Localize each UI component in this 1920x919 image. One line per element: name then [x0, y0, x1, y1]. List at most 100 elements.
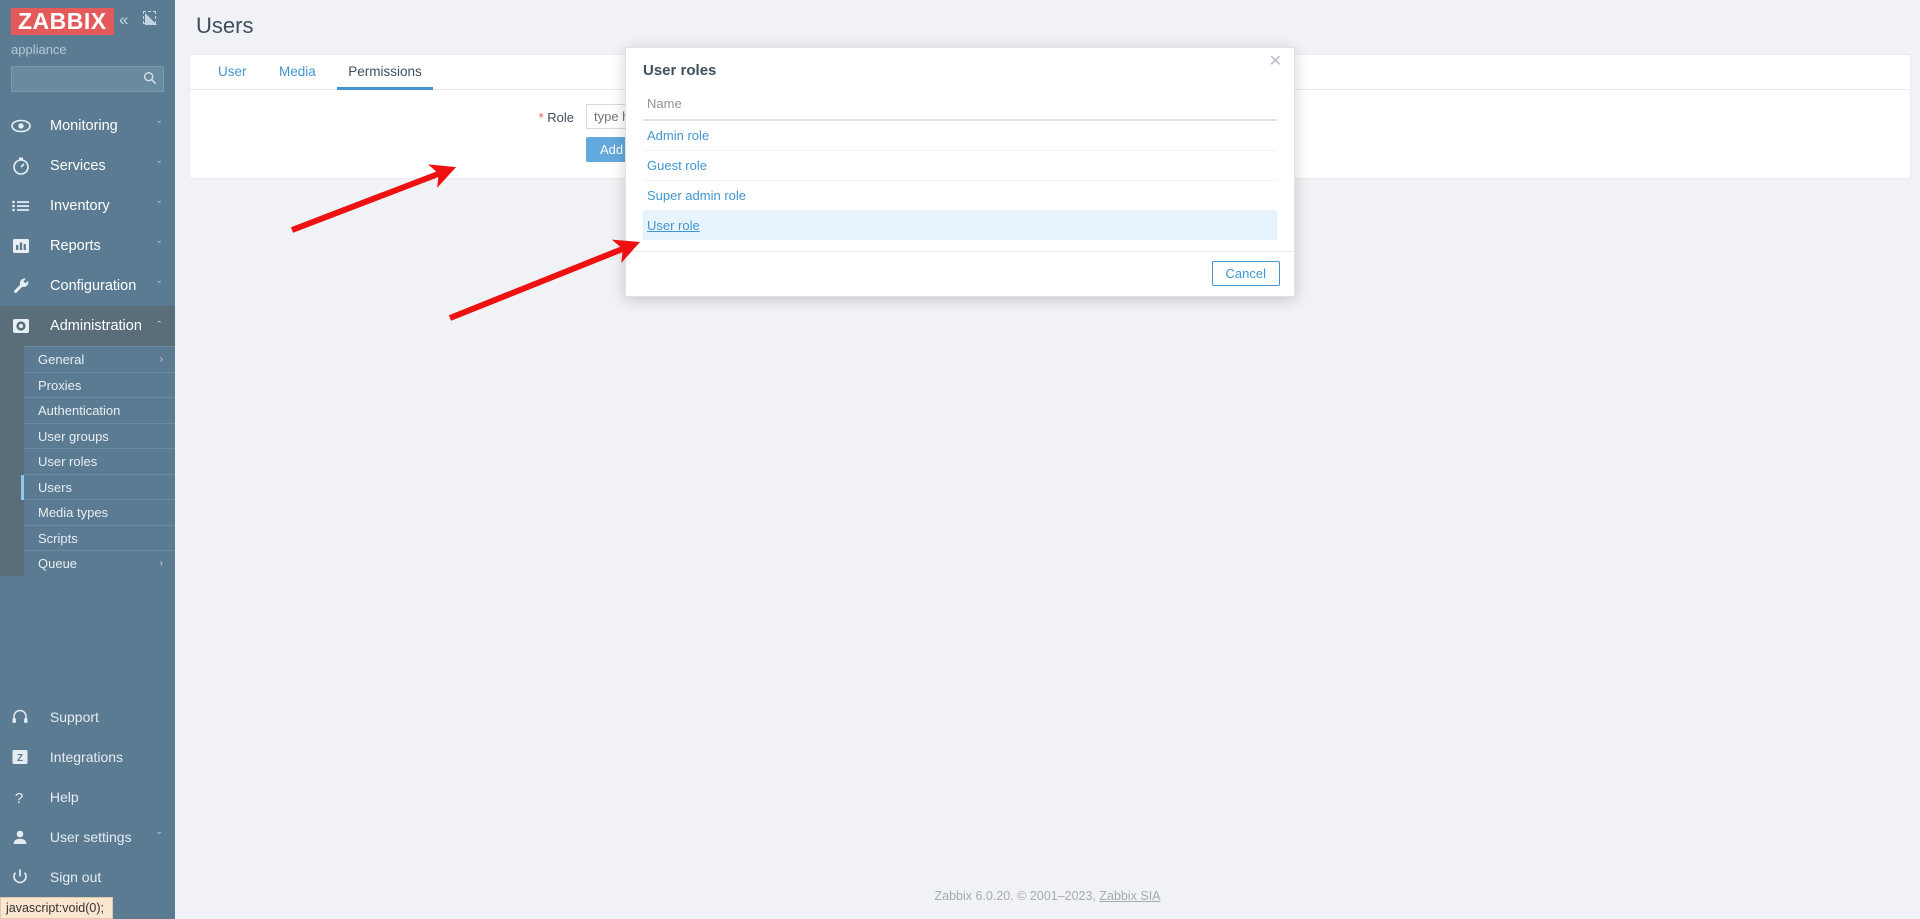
sidebar-item-inventory[interactable]: Inventory ˇ — [0, 186, 175, 226]
sidebar-header: ZABBIX « — [0, 0, 175, 40]
clock-icon — [11, 146, 37, 186]
chevron-down-icon: ˇ — [157, 280, 161, 292]
status-bar-tooltip: javascript:void(0); — [0, 897, 113, 919]
sidebar-item-integrations[interactable]: Z Integrations — [0, 737, 175, 777]
sidebar-subitem-label: Scripts — [38, 530, 78, 546]
sidebar-item-label: Support — [49, 709, 99, 725]
sidebar-subitem-label: General — [38, 352, 85, 367]
page-title: Users — [196, 13, 254, 38]
tab-permissions[interactable]: Permissions — [337, 55, 433, 90]
role-label-text: Role — [547, 110, 574, 125]
search-input[interactable] — [12, 67, 163, 91]
sidebar-subitem-label: Proxies — [38, 377, 82, 393]
sidebar-item-monitoring[interactable]: Monitoring ˇ — [0, 106, 175, 146]
sidebar-item-queue[interactable]: Queue › — [24, 550, 175, 576]
fullscreen-icon[interactable] — [143, 11, 157, 25]
chart-icon — [11, 226, 37, 266]
sidebar-item-user-groups[interactable]: User groups — [24, 422, 175, 449]
chevrons-left-icon[interactable]: « — [119, 11, 128, 28]
table-row[interactable]: Admin role — [643, 120, 1277, 151]
modal-title: User roles — [643, 62, 717, 79]
modal-header: User roles ✕ — [626, 48, 1294, 92]
sidebar-item-label: User settings — [49, 829, 132, 845]
sidebar-item-general[interactable]: General › — [24, 346, 175, 372]
sidebar-item-label: Reports — [50, 238, 101, 254]
sidebar-item-user-roles[interactable]: User roles — [24, 448, 175, 474]
sidebar-item-reports[interactable]: Reports ˇ — [0, 226, 175, 266]
user-roles-table: Name Admin role Guest role Super admin r… — [643, 92, 1277, 240]
sidebar-item-support[interactable]: Support — [0, 697, 175, 737]
sidebar-item-media-types[interactable]: Media types — [24, 499, 175, 525]
sidebar-subitem-label: Authentication — [38, 403, 121, 418]
sidebar-subitem-label: Queue — [38, 556, 78, 571]
sidebar-search — [0, 66, 175, 92]
chevron-right-icon: › — [159, 558, 163, 569]
close-icon[interactable]: ✕ — [1269, 54, 1282, 70]
sidebar-item-services[interactable]: Services ˇ — [0, 146, 175, 186]
sidebar-item-label: Integrations — [49, 749, 124, 765]
sidebar-item-label: Inventory — [50, 198, 110, 214]
table-row[interactable]: Super admin role — [643, 180, 1277, 211]
sidebar-item-label: Administration — [50, 318, 142, 334]
sidebar-item-label: Services — [50, 158, 106, 174]
search-icon[interactable] — [143, 71, 157, 85]
sidebar-item-users[interactable]: Users — [21, 473, 175, 500]
sidebar-subitem-label: Users — [38, 479, 72, 495]
sidebar-subitem-label: User roles — [38, 454, 98, 469]
table-header-row: Name — [643, 92, 1277, 121]
tab-media[interactable]: Media — [268, 55, 327, 90]
submenu-gutter — [0, 346, 24, 576]
chevron-right-icon: › — [159, 354, 163, 365]
sidebar-item-authentication[interactable]: Authentication — [24, 397, 175, 423]
sidebar-subitem-label: User groups — [38, 428, 109, 444]
sidebar-item-user-settings[interactable]: User settings ˇ — [0, 817, 175, 857]
column-header-name: Name — [643, 92, 1277, 121]
sidebar-item-label: Sign out — [49, 869, 102, 885]
server-name: appliance — [11, 42, 67, 57]
chevron-down-icon: ˇ — [157, 200, 161, 212]
zabbix-z-icon: Z — [11, 737, 37, 777]
role-link-admin[interactable]: Admin role — [647, 128, 709, 143]
page-footer: Zabbix 6.0.20. © 2001–2023, Zabbix SIA — [175, 889, 1920, 903]
modal-body: Name Admin role Guest role Super admin r… — [626, 92, 1294, 240]
chevron-down-icon: ˇ — [157, 120, 161, 132]
chevron-down-icon: ˇ — [157, 160, 161, 172]
question-icon: ? — [11, 777, 37, 817]
user-icon — [11, 817, 37, 857]
sidebar-submenu-administration: General › Proxies Authentication User gr… — [0, 346, 175, 576]
zabbix-logo[interactable]: ZABBIX — [11, 8, 114, 35]
gear-icon — [11, 306, 37, 346]
sidebar-item-sign-out[interactable]: Sign out — [0, 857, 175, 897]
footer-text: Zabbix 6.0.20. © 2001–2023, — [934, 889, 1100, 903]
role-link-super-admin[interactable]: Super admin role — [647, 188, 746, 203]
sidebar: ZABBIX « appliance Monitoring ˇ Services… — [0, 0, 175, 919]
modal-footer: Cancel — [626, 251, 1294, 296]
user-roles-modal: User roles ✕ Name Admin role Guest role … — [625, 47, 1295, 297]
required-marker: * — [538, 110, 544, 125]
svg-text:?: ? — [15, 790, 23, 807]
sidebar-item-help[interactable]: ? Help — [0, 777, 175, 817]
wrench-icon — [11, 266, 37, 306]
chevron-up-icon: ˆ — [157, 320, 161, 332]
tab-user[interactable]: User — [207, 55, 258, 90]
table-row[interactable]: User role — [643, 210, 1277, 240]
power-icon — [11, 857, 37, 897]
table-row[interactable]: Guest role — [643, 150, 1277, 181]
modal-cancel-button[interactable]: Cancel — [1211, 261, 1280, 286]
sidebar-item-label: Help — [49, 789, 79, 805]
sidebar-subitem-label: Media types — [38, 505, 109, 520]
sidebar-item-administration[interactable]: Administration ˆ — [0, 306, 175, 346]
eye-icon — [11, 106, 37, 146]
svg-text:Z: Z — [17, 753, 23, 764]
role-label: * Role — [190, 104, 574, 131]
role-link-guest[interactable]: Guest role — [647, 158, 707, 173]
list-icon — [11, 186, 37, 226]
sidebar-item-proxies[interactable]: Proxies — [24, 371, 175, 398]
sidebar-item-configuration[interactable]: Configuration ˇ — [0, 266, 175, 306]
headset-icon — [11, 697, 37, 737]
sidebar-item-scripts[interactable]: Scripts — [24, 524, 175, 551]
sidebar-bottom-nav: Support Z Integrations ? Help User setti… — [0, 697, 175, 897]
sidebar-nav: Monitoring ˇ Services ˇ Inventory ˇ Repo… — [0, 106, 175, 576]
footer-link[interactable]: Zabbix SIA — [1099, 889, 1160, 903]
role-link-user[interactable]: User role — [647, 218, 700, 233]
